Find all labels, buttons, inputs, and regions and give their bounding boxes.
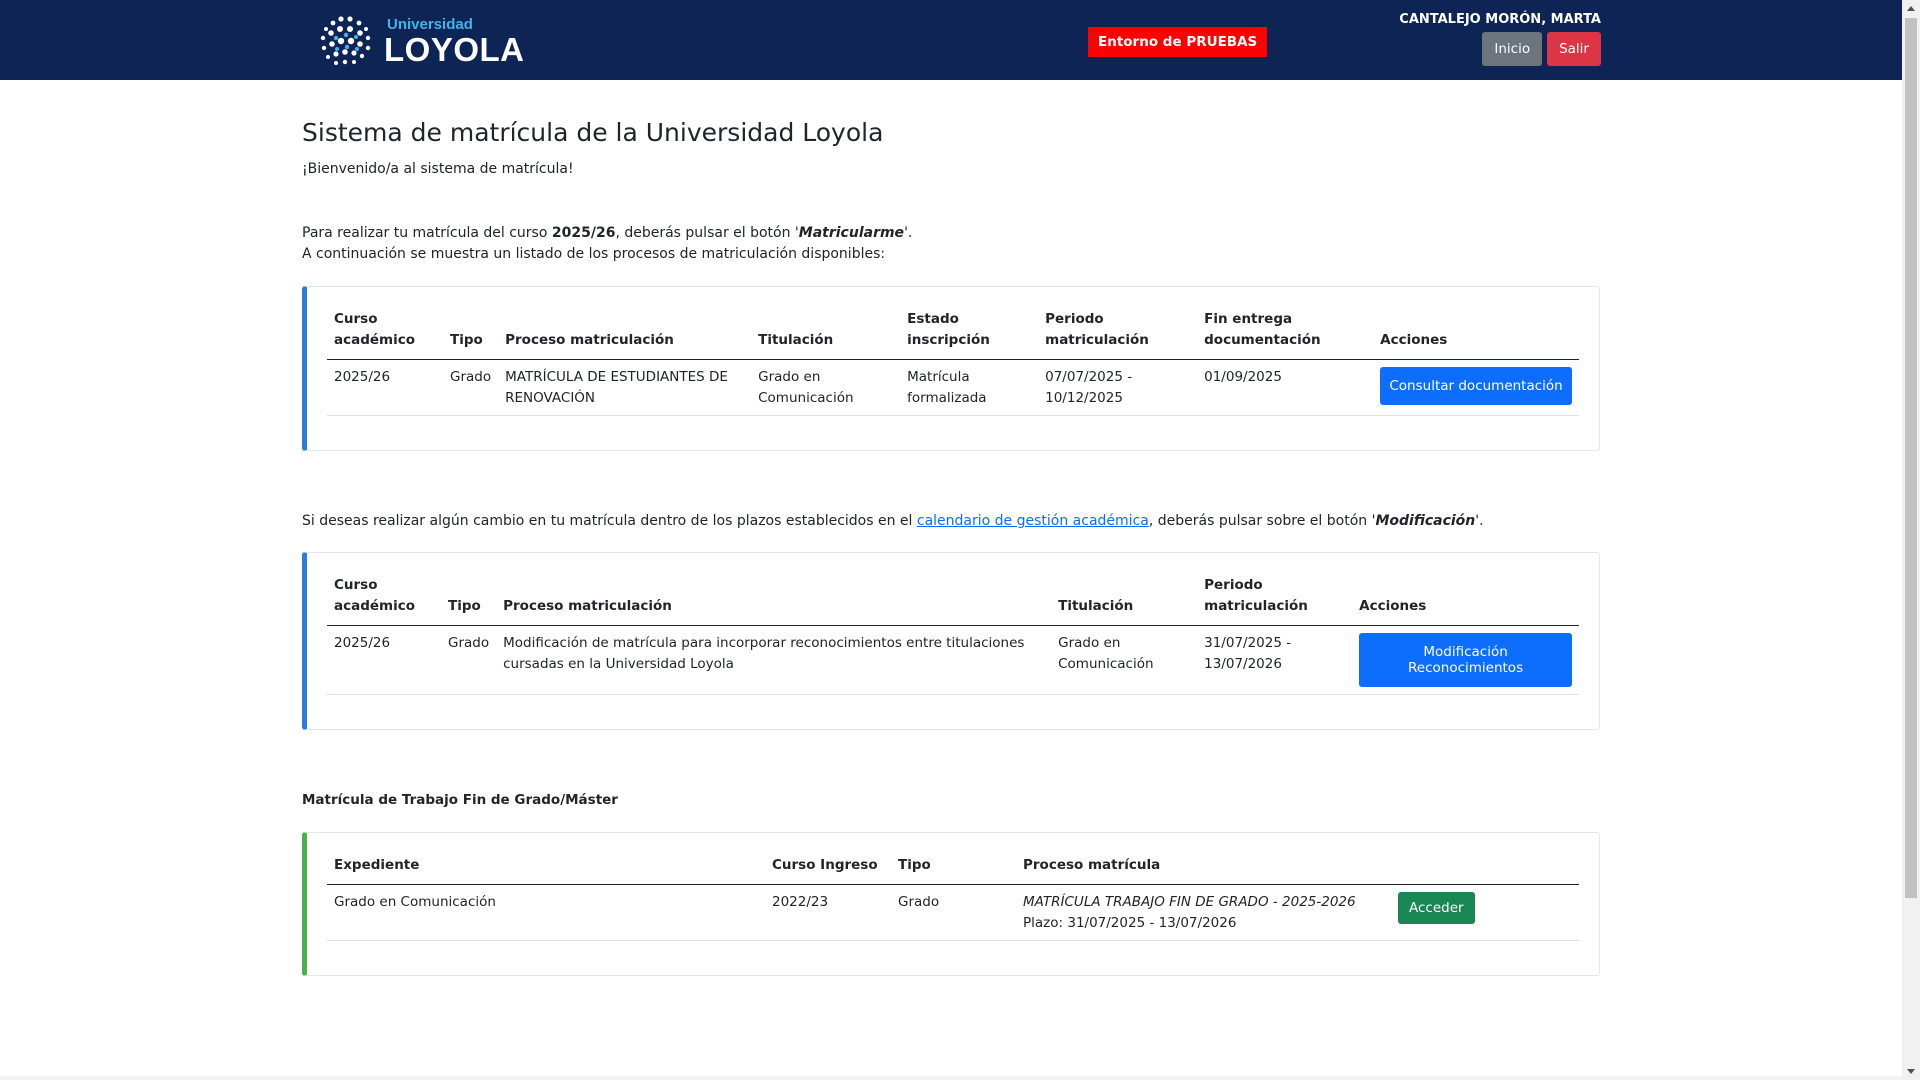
welcome-text: ¡Bienvenido/a al sistema de matrícula!	[302, 161, 574, 177]
page-title: Sistema de matrícula de la Universidad L…	[302, 118, 884, 147]
tfg-table: Expediente Curso Ingreso Tipo Proceso ma…	[327, 849, 1579, 941]
view-documentation-button[interactable]: Consultar documentación	[1380, 367, 1572, 405]
globe-logo-icon	[320, 16, 371, 65]
column-header	[1391, 849, 1579, 885]
logo-subtitle: Universidad	[387, 15, 473, 33]
cell-periodo: 07/07/2025 - 10/12/2025	[1038, 359, 1198, 416]
column-header: Titulación	[751, 303, 901, 360]
column-header: Fin entrega documentación	[1197, 303, 1374, 360]
modif-text: Si deseas realizar algún cambio en tu ma…	[302, 513, 917, 529]
intro-line-2: A continuación se muestra un listado de …	[302, 246, 886, 262]
table-header-row: Curso académico Tipo Proceso matriculaci…	[327, 303, 1579, 360]
column-header: Tipo	[443, 303, 499, 360]
cell-proceso: MATRÍCULA DE ESTUDIANTES DE RENOVACIÓN	[498, 359, 752, 416]
column-header: Expediente	[327, 849, 765, 885]
modif-text: '.	[1475, 513, 1484, 529]
cell-periodo: 31/07/2025 - 13/07/2026	[1197, 625, 1353, 695]
enrollment-card: Curso académico Tipo Proceso matriculaci…	[302, 286, 1600, 451]
column-header: Curso académico	[327, 303, 443, 360]
column-header: Acciones	[1352, 569, 1579, 626]
footer-divider	[0, 1076, 1902, 1080]
university-logo[interactable]: Universidad LOYOLA	[316, 10, 525, 72]
column-header: Proceso matrícula	[1016, 849, 1391, 885]
scroll-up-icon[interactable]	[1907, 6, 1915, 11]
top-navbar: Universidad LOYOLA Entorno de PRUEBAS CA…	[0, 0, 1902, 80]
column-header: Curso Ingreso	[765, 849, 891, 885]
cell-estado: Matrícula formalizada	[900, 359, 1039, 416]
column-header: Proceso matriculación	[498, 303, 752, 360]
modification-intro: Si deseas realizar algún cambio en tu ma…	[302, 513, 1600, 529]
column-header: Titulación	[1051, 569, 1198, 626]
modif-button-name: Modificación	[1375, 513, 1476, 529]
column-header: Proceso matriculación	[496, 569, 1052, 626]
cell-actions: Modificación Reconocimientos	[1352, 625, 1579, 695]
modif-text: , deberás pulsar sobre el botón '	[1148, 513, 1376, 529]
scroll-down-icon[interactable]	[1907, 1069, 1915, 1074]
cell-proceso: MATRÍCULA TRABAJO FIN DE GRADO - 2025-20…	[1016, 884, 1391, 941]
column-header: Curso académico	[327, 569, 441, 626]
scroll-thumb[interactable]	[1905, 18, 1917, 898]
tfg-section-title: Matrícula de Trabajo Fin de Grado/Máster	[302, 792, 618, 808]
modification-table: Curso académico Tipo Proceso matriculaci…	[327, 569, 1579, 695]
intro-button-name: Matricularme	[798, 225, 905, 241]
column-header: Tipo	[441, 569, 497, 626]
modification-card: Curso académico Tipo Proceso matriculaci…	[302, 552, 1600, 730]
cell-tipo: Grado	[443, 359, 499, 416]
cell-tipo: Grado	[441, 625, 497, 695]
cell-tipo: Grado	[891, 884, 1016, 941]
environment-badge: Entorno de PRUEBAS	[1088, 27, 1268, 57]
table-header-row: Curso académico Tipo Proceso matriculaci…	[327, 569, 1579, 626]
home-button[interactable]: Inicio	[1482, 32, 1543, 66]
cell-actions: Consultar documentación	[1373, 359, 1579, 416]
enrollment-table: Curso académico Tipo Proceso matriculaci…	[327, 303, 1579, 416]
intro-text: , deberás pulsar el botón '	[615, 225, 799, 241]
cell-curso: 2025/26	[327, 625, 441, 695]
cell-fin-entrega: 01/09/2025	[1197, 359, 1374, 416]
intro-course: 2025/26	[551, 225, 616, 241]
cell-curso-ingreso: 2022/23	[765, 884, 891, 941]
cell-titulacion: Grado en Comunicación	[1051, 625, 1198, 695]
column-header: Estado inscripción	[900, 303, 1039, 360]
cell-expediente: Grado en Comunicación	[327, 884, 765, 941]
table-header-row: Expediente Curso Ingreso Tipo Proceso ma…	[327, 849, 1579, 885]
user-panel: CANTALEJO MORÓN, MARTA Inicio Salir	[1340, 12, 1601, 66]
logout-button[interactable]: Salir	[1547, 32, 1601, 66]
modify-recognitions-button[interactable]: Modificación Reconocimientos	[1359, 633, 1572, 687]
cell-curso: 2025/26	[327, 359, 443, 416]
academic-calendar-link[interactable]: calendario de gestión académica	[917, 513, 1149, 529]
user-name: CANTALEJO MORÓN, MARTA	[1399, 12, 1601, 27]
column-header: Periodo matriculación	[1038, 303, 1198, 360]
cell-titulacion: Grado en Comunicación	[751, 359, 901, 416]
tfg-card: Expediente Curso Ingreso Tipo Proceso ma…	[302, 832, 1600, 976]
intro-text: '.	[904, 225, 913, 241]
column-header: Periodo matriculación	[1197, 569, 1353, 626]
vertical-scrollbar[interactable]	[1902, 0, 1920, 1080]
tfg-process-name: MATRÍCULA TRABAJO FIN DE GRADO - 2025-20…	[1023, 894, 1356, 910]
cell-actions: Acceder	[1391, 884, 1579, 941]
column-header: Acciones	[1373, 303, 1579, 360]
access-button[interactable]: Acceder	[1398, 892, 1475, 924]
table-row: Grado en Comunicación 2022/23 Grado MATR…	[327, 884, 1579, 941]
main-content: Sistema de matrícula de la Universidad L…	[302, 80, 1600, 976]
cell-proceso: Modificación de matrícula para incorpora…	[496, 625, 1052, 695]
enrollment-intro: Para realizar tu matrícula del curso 202…	[302, 223, 1600, 265]
column-header: Tipo	[891, 849, 1016, 885]
table-row: 2025/26 Grado Modificación de matrícula …	[327, 625, 1579, 695]
logo-title: LOYOLA	[384, 30, 525, 68]
tfg-deadline: Plazo: 31/07/2025 - 13/07/2026	[1023, 915, 1237, 931]
table-row: 2025/26 Grado MATRÍCULA DE ESTUDIANTES D…	[327, 359, 1579, 416]
intro-text: Para realizar tu matrícula del curso	[302, 225, 552, 241]
